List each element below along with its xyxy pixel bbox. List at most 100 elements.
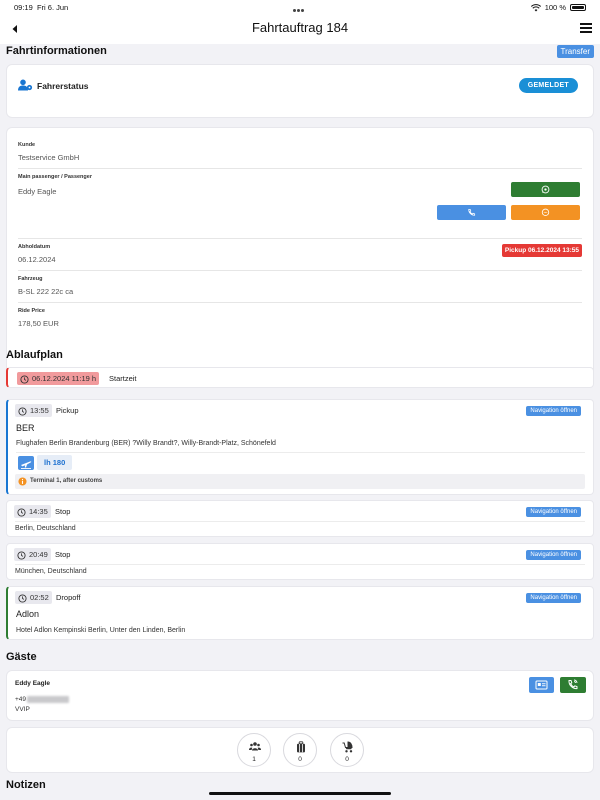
suitcase-icon bbox=[297, 741, 305, 753]
stroller-count-value: 0 bbox=[345, 756, 349, 763]
price-label: Ride Price bbox=[18, 308, 45, 314]
pickup-date-value: 06.12.2024 bbox=[18, 255, 56, 264]
passenger-field: Main passenger / Passenger Eddy Eagle bbox=[18, 174, 582, 196]
luggage-count: 0 bbox=[283, 733, 317, 767]
status-bar: 09:19 Fri 6. Jun 100 % bbox=[0, 0, 600, 14]
price-value: 178,50 EUR bbox=[18, 319, 59, 328]
guest-name: Eddy Eagle bbox=[15, 680, 51, 687]
open-navigation-button[interactable]: Navigation öffnen bbox=[526, 406, 581, 416]
section-title-notizen: Notizen bbox=[6, 779, 46, 791]
stop-card: 14:35 Stop Navigation öffnen Berlin, Deu… bbox=[6, 500, 594, 537]
status-right: 100 % bbox=[530, 3, 586, 12]
stop-time-badge: 14:35 bbox=[14, 505, 51, 518]
stop-name: BER bbox=[16, 423, 35, 433]
ride-info-card: Kunde Testservice GmbH Main passenger / … bbox=[6, 127, 594, 387]
phone-icon bbox=[468, 208, 476, 216]
stop-type: Stop bbox=[55, 507, 71, 516]
stop-note: Terminal 1, after customs bbox=[15, 474, 585, 489]
transfer-button[interactable]: Transfer bbox=[556, 45, 594, 58]
id-card-icon bbox=[535, 680, 548, 690]
divider bbox=[16, 452, 585, 453]
stop-note-text: Terminal 1, after customs bbox=[30, 478, 103, 484]
price-field: Ride Price 178,50 EUR bbox=[18, 308, 582, 328]
battery-percent: 100 % bbox=[544, 3, 566, 12]
section-title-gaeste: Gäste bbox=[6, 651, 37, 663]
section-title-ablaufplan: Ablaufplan bbox=[6, 349, 63, 361]
stop-card-dropoff: 02:52 Dropoff Navigation öffnen Adlon Ho… bbox=[6, 586, 594, 640]
divider bbox=[15, 521, 585, 522]
luggage-count-value: 0 bbox=[298, 756, 302, 763]
stop-address: Berlin, Deutschland bbox=[15, 525, 76, 532]
nav-bar: Fahrtauftrag 184 bbox=[0, 14, 600, 44]
stop-address: München, Deutschland bbox=[15, 568, 87, 575]
call-button[interactable] bbox=[437, 205, 506, 220]
stop-time-badge: 02:52 bbox=[15, 591, 52, 604]
stop-type: Stop bbox=[55, 550, 71, 559]
guest-phone-prefix: +49 bbox=[15, 696, 27, 703]
home-indicator[interactable] bbox=[209, 792, 391, 795]
stop-time-badge: 13:55 bbox=[15, 404, 52, 417]
passenger-value: Eddy Eagle bbox=[18, 187, 57, 196]
status-time: 09:19 bbox=[14, 3, 33, 12]
phone-call-icon bbox=[568, 679, 578, 690]
section-title-fahrtinformationen: Fahrtinformationen bbox=[6, 45, 107, 57]
guest-counts-card: 1 0 0 bbox=[6, 727, 594, 773]
stop-time: 02:52 bbox=[30, 593, 49, 602]
pickup-badge: Pickup 06.12.2024 13:55 bbox=[501, 244, 582, 257]
stop-address: Flughafen Berlin Brandenburg (BER) ?Will… bbox=[16, 440, 276, 447]
pickup-date-label: Abholdatum bbox=[18, 244, 51, 250]
flight-number: lh 180 bbox=[37, 455, 73, 470]
battery-icon bbox=[570, 4, 586, 11]
vehicle-label: Fahrzeug bbox=[18, 276, 43, 282]
customer-value: Testservice GmbH bbox=[18, 153, 80, 162]
stop-card: 20:49 Stop Navigation öffnen München, De… bbox=[6, 543, 594, 580]
guest-contact-card-button[interactable] bbox=[529, 677, 554, 693]
persons-count-value: 1 bbox=[252, 756, 256, 763]
clock-icon bbox=[18, 593, 27, 603]
divider bbox=[18, 302, 582, 303]
start-time-badge: 06.12.2024 11:19 h bbox=[17, 372, 100, 385]
status-date: Fri 6. Jun bbox=[36, 3, 69, 12]
scroll-content[interactable]: Fahrtinformationen Transfer Fahrerstatus… bbox=[0, 44, 600, 800]
open-navigation-button[interactable]: Navigation öffnen bbox=[526, 593, 581, 603]
vehicle-value: B-SL 222 22c ca bbox=[18, 287, 74, 296]
guest-call-button[interactable] bbox=[560, 677, 586, 693]
customer-label: Kunde bbox=[18, 142, 36, 148]
clock-icon bbox=[18, 406, 27, 416]
stop-type: Pickup bbox=[56, 406, 79, 415]
open-navigation-button[interactable]: Navigation öffnen bbox=[526, 550, 581, 560]
stop-card-pickup: 13:55 Pickup Navigation öffnen BER Flugh… bbox=[6, 399, 594, 495]
group-icon bbox=[249, 742, 261, 751]
open-navigation-button[interactable]: Navigation öffnen bbox=[526, 507, 581, 517]
whatsapp-icon bbox=[541, 185, 550, 194]
stroller-count: 0 bbox=[330, 733, 364, 767]
driver-status-button[interactable]: GEMELDET bbox=[518, 78, 578, 93]
stop-time: 14:35 bbox=[29, 507, 48, 516]
guest-tag: VVIP bbox=[15, 706, 30, 713]
passenger-label: Main passenger / Passenger bbox=[18, 174, 92, 180]
flight-info[interactable]: lh 180 bbox=[18, 455, 73, 470]
wifi-icon bbox=[530, 3, 541, 11]
message-icon bbox=[541, 208, 550, 216]
stop-time: 13:55 bbox=[30, 406, 49, 415]
status-time-date: 09:19 Fri 6. Jun bbox=[14, 3, 68, 12]
driver-user-icon bbox=[18, 79, 33, 91]
persons-count: 1 bbox=[237, 733, 271, 767]
clock-icon bbox=[17, 550, 26, 560]
vehicle-field: Fahrzeug B-SL 222 22c ca bbox=[18, 276, 582, 296]
stop-name: Adlon bbox=[16, 609, 40, 619]
stop-time-badge: 20:49 bbox=[14, 548, 51, 561]
sms-button[interactable] bbox=[511, 205, 580, 220]
whatsapp-button[interactable] bbox=[511, 182, 580, 197]
driver-status-label: Fahrerstatus bbox=[37, 81, 89, 91]
divider bbox=[18, 270, 582, 271]
info-icon bbox=[18, 477, 27, 486]
page-title: Fahrtauftrag 184 bbox=[251, 20, 349, 35]
customer-field: Kunde Testservice GmbH bbox=[18, 142, 582, 162]
clock-icon bbox=[20, 374, 29, 384]
guest-phone: +49 bbox=[15, 696, 70, 703]
pickup-date-field: Abholdatum 06.12.2024 bbox=[18, 244, 582, 264]
multitask-dots-icon[interactable] bbox=[293, 5, 307, 12]
guest-card: Eddy Eagle +49 VVIP bbox=[6, 670, 594, 721]
hamburger-menu-icon[interactable] bbox=[580, 23, 592, 33]
